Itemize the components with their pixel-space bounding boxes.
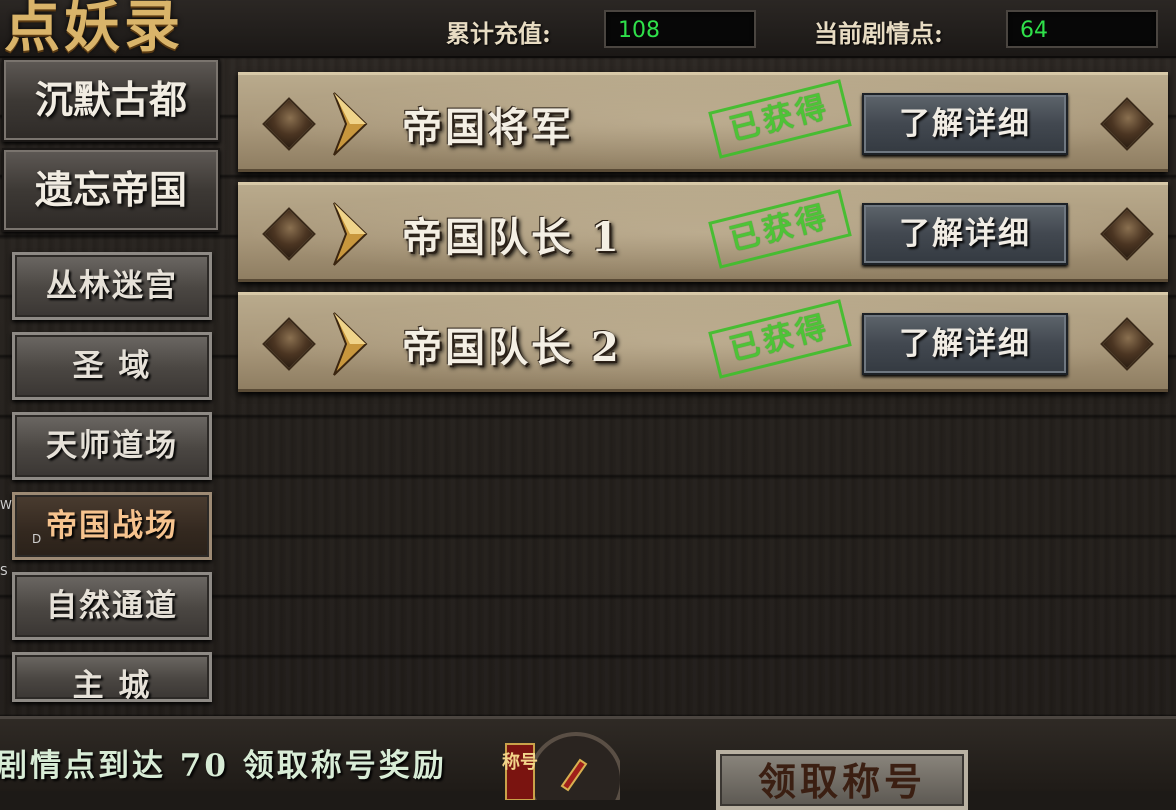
header-bar: 点妖录 累计充值: 108 当前剧情点: 64 [0, 0, 1176, 60]
list-item: 帝国队长 1 已获得 了解详细 [238, 182, 1168, 282]
claim-title-button[interactable]: 领取称号 [716, 750, 968, 810]
region-button-forgotten-empire[interactable]: 遗忘帝国 [2, 148, 220, 232]
list-item: 帝国队长 2 已获得 了解详细 [238, 292, 1168, 392]
details-button[interactable]: 了解详细 [862, 203, 1068, 265]
chevron-right-icon [333, 312, 368, 376]
stud-icon [262, 97, 316, 151]
game-logo: 点妖录 [4, 0, 184, 60]
reward-hint-text: 剧情点到达 70 领取称号奖励 [0, 748, 447, 784]
sidebar-item-holy-domain[interactable]: 圣 域 [12, 332, 212, 400]
region-button-silent-capital[interactable]: 沉默古都 [2, 58, 220, 142]
sidebar-item-taoist-temple[interactable]: 天师道场 [12, 412, 212, 480]
row-title: 帝国队长 1 [402, 214, 622, 261]
stud-icon [1100, 97, 1154, 151]
stray-letter-s: S [0, 564, 8, 578]
stray-letter-d: D [32, 532, 42, 546]
stud-icon [262, 207, 316, 261]
row-title: 帝国将军 [402, 104, 574, 151]
row-title: 帝国队长 2 [402, 324, 622, 371]
chevron-right-icon [333, 92, 368, 156]
story-points-label: 当前剧情点: [814, 19, 943, 48]
sidebar-item-nature-passage[interactable]: 自然通道 [12, 572, 212, 640]
story-points-value: 64 [1006, 10, 1158, 48]
emblem-label: 称号 [502, 751, 538, 773]
stud-icon [1100, 317, 1154, 371]
sidebar-item-main-city[interactable]: 主 城 [12, 652, 212, 702]
chevron-right-icon [333, 202, 368, 266]
obtained-stamp: 已获得 [708, 79, 852, 159]
recharge-label: 累计充值: [446, 19, 551, 48]
sidebar-item-empire-battlefield[interactable]: 帝国战场 [12, 492, 212, 560]
details-button[interactable]: 了解详细 [862, 93, 1068, 155]
stud-icon [1100, 207, 1154, 261]
details-button[interactable]: 了解详细 [862, 313, 1068, 375]
list-item: 帝国将军 已获得 了解详细 [238, 72, 1168, 172]
sidebar-item-jungle-maze[interactable]: 丛林迷宫 [12, 252, 212, 320]
recharge-value: 108 [604, 10, 756, 48]
obtained-stamp: 已获得 [708, 189, 852, 269]
obtained-stamp: 已获得 [708, 299, 852, 379]
stud-icon [262, 317, 316, 371]
title-emblem-icon: 称号 [502, 732, 620, 800]
stray-letter-w: W [0, 498, 12, 512]
